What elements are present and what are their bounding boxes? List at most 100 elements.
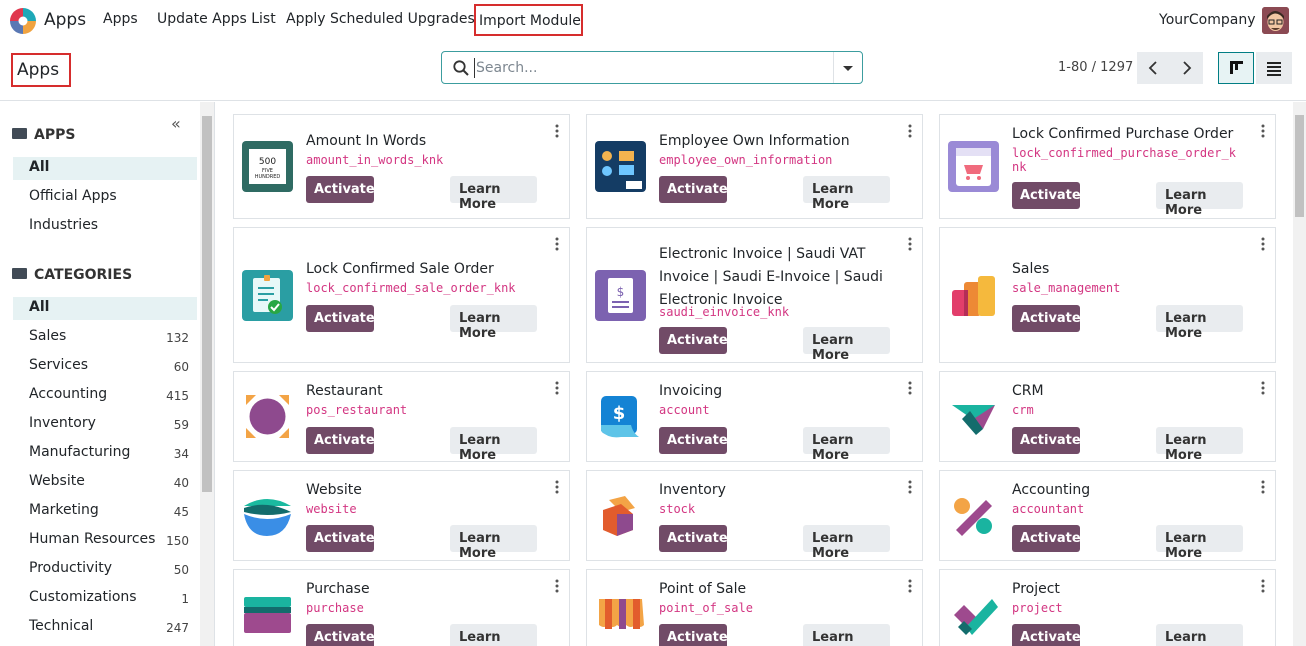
sidebar-category-accounting[interactable]: Accounting 415 (13, 384, 197, 407)
activate-button[interactable]: Activate (659, 525, 728, 552)
activate-button[interactable]: Activate (659, 176, 728, 203)
activate-button[interactable]: Activate (306, 624, 375, 646)
control-panel: Apps 1-80 / 1297 (0, 40, 1306, 101)
app-card[interactable]: Website website Activate Learn More (233, 470, 570, 561)
sidebar-category-manufacturing[interactable]: Manufacturing 34 (13, 442, 197, 465)
sidebar-category-marketing[interactable]: Marketing 45 (13, 500, 197, 523)
list-view-button[interactable] (1256, 52, 1292, 84)
activate-button[interactable]: Activate (659, 327, 728, 354)
sidebar-category-sales[interactable]: Sales 132 (13, 326, 197, 349)
learn-more-button[interactable]: Learn More (1156, 305, 1243, 341)
card-menu-icon[interactable] (1261, 578, 1265, 593)
learn-more-button[interactable]: Learn More (803, 176, 890, 212)
menu-apply-scheduled-upgrades[interactable]: Apply Scheduled Upgrades (286, 11, 475, 27)
search-box[interactable] (441, 51, 863, 84)
activate-button[interactable]: Activate (306, 176, 375, 203)
activate-button[interactable]: Activate (306, 427, 375, 454)
app-card[interactable]: $ Invoicing account Activate Learn More (586, 371, 923, 463)
learn-more-button[interactable]: Learn More (803, 624, 890, 646)
card-menu-icon[interactable] (908, 236, 912, 251)
menu-update-apps-list[interactable]: Update Apps List (157, 11, 276, 27)
app-technical-name: stock (659, 502, 696, 516)
card-menu-icon[interactable] (908, 380, 912, 395)
sidebar-category-human-resources[interactable]: Human Resources 150 (13, 529, 197, 552)
app-card[interactable]: Lock Confirmed Sale Order lock_confirmed_… (233, 227, 570, 363)
card-menu-icon[interactable] (908, 479, 912, 494)
learn-more-button[interactable]: Learn More (803, 427, 890, 463)
app-card[interactable]: Employee Own Information employee_own_inf… (586, 114, 923, 219)
sidebar-item-industries[interactable]: Industries (13, 215, 197, 238)
activate-button[interactable]: Activate (1012, 305, 1081, 332)
card-menu-icon[interactable] (1261, 479, 1265, 494)
activate-button[interactable]: Activate (1012, 182, 1081, 209)
activate-button[interactable]: Activate (306, 525, 375, 552)
app-brand[interactable]: Apps (44, 10, 86, 30)
app-card[interactable]: Project project Activate Learn More (939, 569, 1276, 646)
card-menu-icon[interactable] (908, 123, 912, 138)
pager-next-button[interactable] (1170, 52, 1203, 84)
card-menu-icon[interactable] (1261, 123, 1265, 138)
app-technical-name: account (659, 403, 710, 417)
pager-value[interactable]: 1-80 / 1297 (1058, 60, 1133, 75)
card-menu-icon[interactable] (908, 578, 912, 593)
search-options-toggle[interactable] (833, 52, 862, 83)
sidebar-item-all-apps[interactable]: All (13, 157, 197, 180)
card-menu-icon[interactable] (1261, 380, 1265, 395)
sidebar-category-productivity[interactable]: Productivity 50 (13, 558, 197, 581)
sidebar-item-all-categories[interactable]: All (13, 297, 197, 320)
card-menu-icon[interactable] (555, 380, 559, 395)
app-card[interactable]: Purchase purchase Activate Learn More (233, 569, 570, 646)
collapse-sidebar-icon[interactable]: « (171, 114, 181, 133)
sidebar-category-inventory[interactable]: Inventory 59 (13, 413, 197, 436)
website-icon (242, 490, 293, 541)
card-menu-icon[interactable] (555, 236, 559, 251)
kanban-view-button[interactable] (1218, 52, 1254, 84)
activate-button[interactable]: Activate (659, 427, 728, 454)
sidebar-category-website[interactable]: Website 40 (13, 471, 197, 494)
sidebar-category-technical[interactable]: Technical 247 (13, 616, 197, 639)
learn-more-button[interactable]: Learn More (803, 525, 890, 561)
learn-more-button[interactable]: Learn More (1156, 525, 1243, 561)
card-menu-icon[interactable] (555, 479, 559, 494)
category-count: 40 (173, 476, 189, 490)
app-card[interactable]: Accounting accountant Activate Learn More (939, 470, 1276, 561)
company-switcher[interactable]: YourCompany (1159, 12, 1256, 28)
app-card[interactable]: Restaurant pos_restaurant Activate Learn Mo… (233, 371, 570, 463)
learn-more-button[interactable]: Learn More (450, 305, 537, 341)
app-card[interactable]: CRM crm Activate Learn More (939, 371, 1276, 463)
learn-more-button[interactable]: Learn More (450, 525, 537, 561)
sidebar-scrollbar[interactable] (200, 102, 214, 646)
app-card[interactable]: $ Electronic Invoice | Saudi VAT Invoice … (586, 227, 923, 363)
learn-more-button[interactable]: Learn More (1156, 427, 1243, 463)
app-card[interactable]: 500 FIVE HUNDRED Amount In Words amount_in_w… (233, 114, 570, 219)
card-menu-icon[interactable] (1261, 236, 1265, 251)
card-menu-icon[interactable] (555, 123, 559, 138)
learn-more-button[interactable]: Learn More (450, 624, 537, 646)
learn-more-button[interactable]: Learn More (803, 327, 890, 363)
learn-more-button[interactable]: Learn More (1156, 182, 1243, 218)
category-count: 60 (173, 360, 189, 374)
activate-button[interactable]: Activate (1012, 624, 1081, 646)
activate-button[interactable]: Activate (659, 624, 728, 646)
apps-logo-icon[interactable] (10, 8, 36, 34)
app-card[interactable]: Sales sale_management Activate Learn More (939, 227, 1276, 363)
learn-more-button[interactable]: Learn More (450, 427, 537, 463)
main-scrollbar[interactable] (1293, 102, 1306, 646)
pager-previous-button[interactable] (1137, 52, 1170, 84)
user-avatar[interactable] (1262, 7, 1289, 34)
search-input[interactable] (474, 58, 834, 78)
app-card[interactable]: Point of Sale point_of_sale Activate Learn … (586, 569, 923, 646)
menu-import-module[interactable]: Import Module (474, 4, 583, 36)
activate-button[interactable]: Activate (306, 305, 375, 332)
learn-more-button[interactable]: Learn More (1156, 624, 1243, 646)
app-card[interactable]: Lock Confirmed Purchase Order lock_confir… (939, 114, 1276, 219)
activate-button[interactable]: Activate (1012, 525, 1081, 552)
card-menu-icon[interactable] (555, 578, 559, 593)
menu-apps[interactable]: Apps (103, 11, 138, 27)
learn-more-button[interactable]: Learn More (450, 176, 537, 212)
sidebar-category-customizations[interactable]: Customizations 1 (13, 587, 197, 610)
activate-button[interactable]: Activate (1012, 427, 1081, 454)
app-card[interactable]: Inventory stock Activate Learn More (586, 470, 923, 561)
sidebar-item-official-apps[interactable]: Official Apps (13, 186, 197, 209)
sidebar-category-services[interactable]: Services 60 (13, 355, 197, 378)
